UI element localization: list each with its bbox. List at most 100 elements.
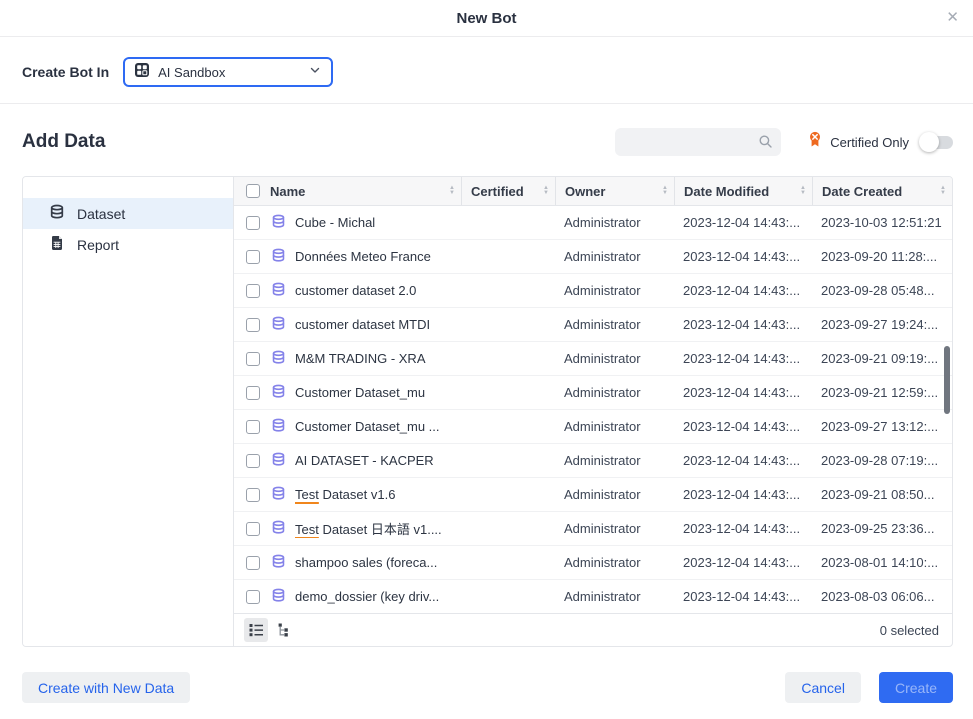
row-checkbox[interactable] <box>246 556 260 570</box>
row-name: Test Dataset 日本語 v1.... <box>295 519 442 538</box>
selected-count: 0 selected <box>880 623 939 638</box>
sort-icon-date-created[interactable]: ▲▼ <box>940 186 946 196</box>
sidebar-item-dataset[interactable]: Dataset <box>23 198 233 229</box>
row-date-created: 2023-09-21 12:59:... <box>812 385 952 400</box>
table-row[interactable]: customer dataset 2.0 Administrator 2023-… <box>234 274 952 308</box>
toggle-knob <box>919 132 939 152</box>
search-box <box>615 128 781 156</box>
table-row[interactable]: AI DATASET - KACPER Administrator 2023-1… <box>234 444 952 478</box>
row-checkbox[interactable] <box>246 522 260 536</box>
table-row[interactable]: Cube - Michal Administrator 2023-12-04 1… <box>234 206 952 240</box>
row-date-modified: 2023-12-04 14:43:... <box>674 283 812 298</box>
column-header-name: Name <box>270 184 445 199</box>
table-row[interactable]: shampoo sales (foreca... Administrator 2… <box>234 546 952 580</box>
row-date-modified: 2023-12-04 14:43:... <box>674 453 812 468</box>
chevron-down-icon <box>309 63 321 81</box>
column-header-date-modified: Date Modified <box>684 184 796 199</box>
row-date-created: 2023-09-20 11:28:... <box>812 249 952 264</box>
certified-only-toggle[interactable] <box>919 132 953 152</box>
dataset-icon <box>49 204 65 223</box>
sidebar-item-label: Dataset <box>77 206 125 222</box>
row-name: customer dataset MTDI <box>295 317 430 332</box>
row-date-created: 2023-09-21 09:19:... <box>812 351 952 366</box>
row-checkbox[interactable] <box>246 318 260 332</box>
table-row[interactable]: demo_dossier (key driv... Administrator … <box>234 580 952 613</box>
dataset-cube-icon <box>271 248 286 266</box>
row-owner: Administrator <box>555 385 674 400</box>
row-name: Customer Dataset_mu ... <box>295 419 440 434</box>
row-name: AI DATASET - KACPER <box>295 453 434 468</box>
row-checkbox[interactable] <box>246 216 260 230</box>
row-owner: Administrator <box>555 453 674 468</box>
row-owner: Administrator <box>555 419 674 434</box>
table-row[interactable]: customer dataset MTDI Administrator 2023… <box>234 308 952 342</box>
row-checkbox[interactable] <box>246 284 260 298</box>
sort-icon-name[interactable]: ▲▼ <box>449 186 455 196</box>
dataset-cube-icon <box>271 520 286 538</box>
row-checkbox[interactable] <box>246 352 260 366</box>
table-row[interactable]: Customer Dataset_mu ... Administrator 20… <box>234 410 952 444</box>
row-date-created: 2023-09-28 07:19:... <box>812 453 952 468</box>
search-icon <box>758 134 773 154</box>
dataset-cube-icon <box>271 350 286 368</box>
row-checkbox[interactable] <box>246 590 260 604</box>
row-checkbox[interactable] <box>246 454 260 468</box>
row-owner: Administrator <box>555 555 674 570</box>
environment-selected-value: AI Sandbox <box>158 65 309 80</box>
list-view-icon[interactable] <box>244 618 268 642</box>
environment-dropdown[interactable]: AI Sandbox <box>123 57 333 87</box>
dataset-cube-icon <box>271 486 286 504</box>
row-checkbox[interactable] <box>246 250 260 264</box>
dataset-cube-icon <box>271 214 286 232</box>
table-row[interactable]: M&M TRADING - XRA Administrator 2023-12-… <box>234 342 952 376</box>
add-data-heading: Add Data <box>22 131 105 153</box>
dataset-cube-icon <box>271 452 286 470</box>
search-input[interactable] <box>615 128 781 156</box>
certified-badge-icon <box>807 131 823 153</box>
table-row[interactable]: Données Meteo France Administrator 2023-… <box>234 240 952 274</box>
row-date-created: 2023-09-27 13:12:... <box>812 419 952 434</box>
create-button[interactable]: Create <box>879 672 953 703</box>
sidebar-item-report[interactable]: Report <box>23 229 233 260</box>
row-name: Test Dataset v1.6 <box>295 487 395 502</box>
row-name: Customer Dataset_mu <box>295 385 425 400</box>
row-name: demo_dossier (key driv... <box>295 589 439 604</box>
row-checkbox[interactable] <box>246 420 260 434</box>
row-name: Données Meteo France <box>295 249 431 264</box>
row-name: Cube - Michal <box>295 215 375 230</box>
add-data-toolbar: Add Data Certified Only <box>0 104 973 176</box>
row-date-modified: 2023-12-04 14:43:... <box>674 555 812 570</box>
row-date-modified: 2023-12-04 14:43:... <box>674 589 812 604</box>
row-name: M&M TRADING - XRA <box>295 351 426 366</box>
sort-icon-owner[interactable]: ▲▼ <box>662 186 668 196</box>
row-checkbox[interactable] <box>246 488 260 502</box>
row-owner: Administrator <box>555 215 674 230</box>
row-date-modified: 2023-12-04 14:43:... <box>674 317 812 332</box>
vertical-scrollbar[interactable] <box>944 346 950 414</box>
create-with-new-data-button[interactable]: Create with New Data <box>22 672 190 703</box>
dataset-cube-icon <box>271 316 286 334</box>
row-date-modified: 2023-12-04 14:43:... <box>674 419 812 434</box>
row-owner: Administrator <box>555 521 674 536</box>
tree-view-icon[interactable] <box>270 618 294 642</box>
row-date-modified: 2023-12-04 14:43:... <box>674 351 812 366</box>
table-row[interactable]: Test Dataset 日本語 v1.... Administrator 20… <box>234 512 952 546</box>
cancel-button[interactable]: Cancel <box>785 672 861 703</box>
sort-icon-certified[interactable]: ▲▼ <box>543 186 549 196</box>
row-date-created: 2023-09-27 19:24:... <box>812 317 952 332</box>
row-owner: Administrator <box>555 317 674 332</box>
close-icon[interactable]: ✕ <box>946 9 959 27</box>
row-date-modified: 2023-12-04 14:43:... <box>674 249 812 264</box>
row-date-created: 2023-09-25 23:36... <box>812 521 952 536</box>
row-date-modified: 2023-12-04 14:43:... <box>674 385 812 400</box>
column-header-certified: Certified <box>471 184 539 199</box>
sort-icon-date-modified[interactable]: ▲▼ <box>800 186 806 196</box>
row-checkbox[interactable] <box>246 386 260 400</box>
create-bot-in-label: Create Bot In <box>22 64 109 80</box>
row-owner: Administrator <box>555 351 674 366</box>
sandbox-icon <box>134 62 150 83</box>
table-row[interactable]: Test Dataset v1.6 Administrator 2023-12-… <box>234 478 952 512</box>
dataset-cube-icon <box>271 418 286 436</box>
select-all-checkbox[interactable] <box>246 184 260 198</box>
table-row[interactable]: Customer Dataset_mu Administrator 2023-1… <box>234 376 952 410</box>
